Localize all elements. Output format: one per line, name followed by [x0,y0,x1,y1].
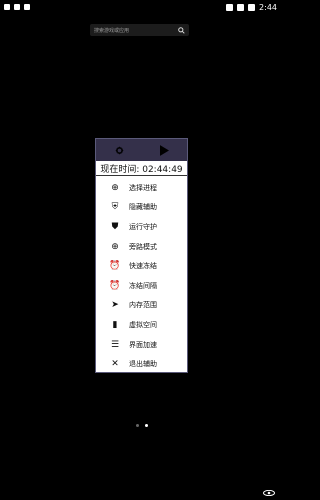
status-left-icons [4,4,30,10]
menu-item-label: 界面加速 [129,340,157,349]
menu-item-select-process[interactable]: ⊕ 选择进程 [96,178,187,198]
battery-icon [248,3,256,11]
close-icon: ✕ [111,359,119,370]
search-placeholder: 搜索游戏或应用 [94,27,130,34]
target-icon: ⊕ [111,182,119,193]
sd-card-icon: ▮ [112,319,118,330]
menu-item-label: 运行守护 [129,222,157,231]
menu-item-label: 快速冻结 [129,262,157,271]
menu-item-label: 内存范围 [129,301,157,310]
page-indicator [136,424,148,427]
search-icon[interactable] [178,26,185,34]
gear-icon[interactable] [114,145,125,156]
floating-menu: 现在时间: 02:44:49 ⊕ 选择进程 ⛨ 隐藏辅助 ⛊ 运行守护 ⊕ 旁路… [95,138,188,373]
current-time-label: 现在时间: 02:44:49 [96,161,187,176]
page-dot-active [145,424,148,427]
alarm-icon: ⏰ [109,280,121,291]
status-bar: 2:44 [0,0,281,14]
menu-item-freeze-interval[interactable]: ⏰ 冻结间隔 [96,276,187,296]
menu-item-exit-assist[interactable]: ✕ 退出辅助 [96,354,187,374]
status-right: 2:44 [226,3,277,12]
page-dot [136,424,139,427]
search-bar[interactable]: 搜索游戏或应用 [90,24,189,36]
list-icon: ☰ [110,339,120,350]
menu-item-ui-accel[interactable]: ☰ 界面加速 [96,335,187,355]
alarm-icon: ⏰ [109,261,121,272]
app-icon [24,4,30,10]
menu-item-virtual-space[interactable]: ▮ 虚拟空间 [96,315,187,335]
wifi-icon [226,3,234,11]
menu-item-memory-range[interactable]: ➤ 内存范围 [96,296,187,316]
menu-item-label: 旁路模式 [129,242,157,251]
menu-header [96,139,187,161]
menu-item-label: 隐藏辅助 [129,203,157,212]
menu-item-hide-assist[interactable]: ⛨ 隐藏辅助 [96,198,187,218]
menu-items: ⊕ 选择进程 ⛨ 隐藏辅助 ⛊ 运行守护 ⊕ 旁路模式 ⏰ 快速冻结 ⏰ 冻结间… [96,176,187,374]
menu-item-label: 虚拟空间 [129,320,157,329]
shield-check-icon: ⛊ [111,221,119,232]
shield-icon: ⛨ [111,202,119,213]
menu-item-bypass-mode[interactable]: ⊕ 旁路模式 [96,237,187,257]
send-icon: ➤ [111,300,119,311]
gallery-icon [14,4,20,10]
menu-item-run-guard[interactable]: ⛊ 运行守护 [96,217,187,237]
signal-icon [237,3,245,11]
eye-icon[interactable] [263,490,275,496]
menu-item-label: 退出辅助 [129,360,157,369]
play-icon[interactable] [160,144,170,156]
menu-item-label: 选择进程 [129,183,157,192]
target-icon: ⊕ [111,241,119,252]
status-time: 2:44 [259,2,277,12]
menu-item-label: 冻结间隔 [129,281,157,290]
menu-item-quick-freeze[interactable]: ⏰ 快速冻结 [96,256,187,276]
notification-icon [4,4,10,10]
